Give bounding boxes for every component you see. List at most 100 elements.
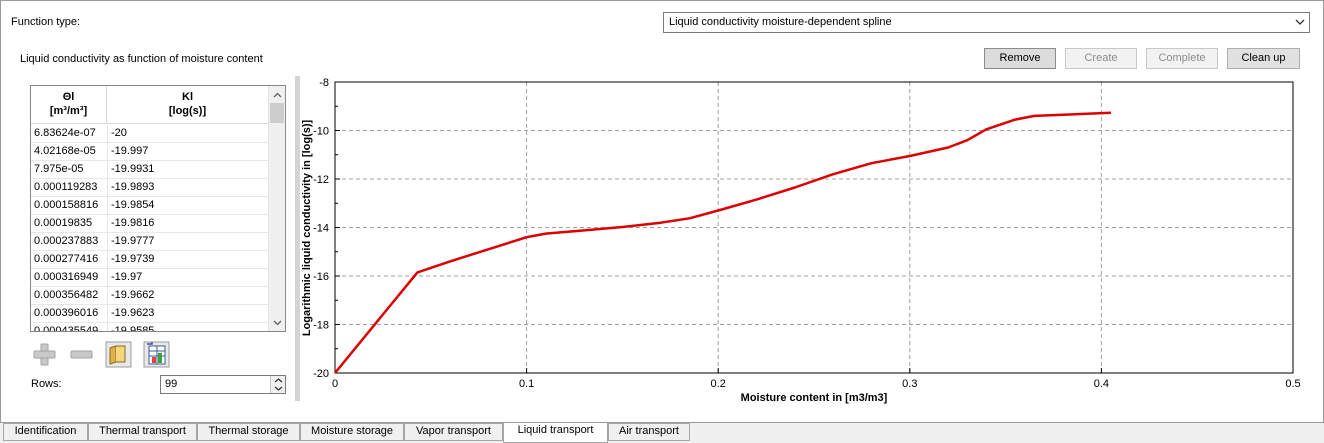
import-data-button[interactable]: [143, 341, 170, 368]
spin-arrows-icon: [274, 378, 283, 391]
table-scrollbar[interactable]: [268, 86, 285, 331]
y-tick-label: -10: [313, 126, 329, 138]
cell-conductivity[interactable]: -19.9585: [111, 325, 154, 331]
chevron-down-icon: [1295, 19, 1305, 25]
cell-conductivity[interactable]: -19.9777: [111, 235, 154, 247]
scroll-up-button[interactable]: [269, 86, 285, 103]
cell-moisture[interactable]: 7.975e-05: [34, 163, 84, 175]
cell-conductivity[interactable]: -19.97: [111, 271, 142, 283]
table-header: Θl [m³/m³] Kl [log(s)]: [31, 86, 268, 124]
tab-moisture-storage[interactable]: Moisture storage: [300, 423, 404, 441]
cell-conductivity[interactable]: -19.9854: [111, 199, 154, 211]
cell-conductivity[interactable]: -19.9931: [111, 163, 154, 175]
cell-conductivity[interactable]: -19.9739: [111, 253, 154, 265]
y-axis-label: Logarithmic liquid conductivity in [log(…: [301, 120, 313, 337]
x-axis-label: Moisture content in [m3/m3]: [741, 392, 888, 404]
chevron-up-icon: [273, 92, 281, 97]
cell-conductivity[interactable]: -19.9816: [111, 217, 154, 229]
table-row[interactable]: 6.83624e-07 -20: [31, 125, 268, 143]
cell-moisture[interactable]: 0.000158816: [34, 199, 98, 211]
cell-conductivity[interactable]: -20: [111, 127, 127, 139]
spline-table[interactable]: Θl [m³/m³] Kl [log(s)] 6.83624e-07 -20 4.0…: [30, 85, 286, 332]
scroll-thumb[interactable]: [270, 103, 284, 123]
cell-conductivity[interactable]: -19.9623: [111, 307, 154, 319]
table-row[interactable]: 0.000396016 -19.9623: [31, 305, 268, 323]
function-type-selected: Liquid conductivity moisture-dependent s…: [669, 16, 892, 28]
scroll-down-button[interactable]: [269, 314, 285, 331]
column-header-moisture[interactable]: Θl [m³/m³]: [31, 86, 107, 124]
table-row[interactable]: 0.000356482 -19.9662: [31, 287, 268, 305]
tab-thermal-storage[interactable]: Thermal storage: [197, 423, 300, 441]
cell-moisture[interactable]: 0.000119283: [34, 181, 97, 193]
clean-up-button[interactable]: Clean up: [1227, 48, 1300, 69]
cell-conductivity[interactable]: -19.9662: [111, 289, 154, 301]
column-separator: [107, 179, 108, 197]
column-separator: [107, 269, 108, 287]
column-separator: [107, 215, 108, 233]
function-type-dropdown[interactable]: Liquid conductivity moisture-dependent s…: [663, 12, 1310, 33]
remove-row-button[interactable]: [68, 341, 95, 368]
y-tick-label: -20: [313, 368, 329, 380]
column-separator: [107, 305, 108, 323]
y-tick-label: -12: [313, 174, 329, 186]
tab-vapor-transport[interactable]: Vapor transport: [404, 423, 503, 441]
cell-moisture[interactable]: 6.83624e-07: [34, 127, 96, 139]
y-tick-label: -18: [313, 320, 329, 332]
x-tick-label: 0.2: [711, 378, 726, 390]
cell-moisture[interactable]: 0.000435549: [34, 325, 98, 331]
y-tick-label: -16: [313, 271, 329, 283]
column-separator: [107, 233, 108, 251]
x-tick-label: 0.4: [1094, 378, 1109, 390]
cell-moisture[interactable]: 0.000356482: [34, 289, 98, 301]
cell-moisture[interactable]: 4.02168e-05: [34, 145, 96, 157]
tab-identification[interactable]: Identification: [3, 423, 88, 441]
column-separator: [107, 287, 108, 305]
tab-air-transport[interactable]: Air transport: [608, 423, 690, 441]
column-separator: [107, 197, 108, 215]
open-file-button[interactable]: [105, 341, 132, 368]
cell-moisture[interactable]: 0.000316949: [34, 271, 98, 283]
complete-button[interactable]: Complete: [1146, 48, 1218, 69]
column-separator: [107, 161, 108, 179]
folder-icon: [105, 341, 132, 368]
table-row[interactable]: 0.000277416 -19.9739: [31, 251, 268, 269]
table-row[interactable]: 0.000316949 -19.97: [31, 269, 268, 287]
chart-ticks: 0 0.1 0.2 0.3 0.4 0.5 -8 -10 -12 -14 -16 -18 -20: [313, 77, 1301, 390]
table-row[interactable]: 7.975e-05 -19.9931: [31, 161, 268, 179]
tab-liquid-transport[interactable]: Liquid transport: [503, 423, 608, 443]
conductivity-curve: [334, 111, 1112, 374]
spin-arrows[interactable]: [270, 376, 285, 393]
x-tick-label: 0: [332, 378, 338, 390]
cell-conductivity[interactable]: -19.9893: [111, 181, 154, 193]
x-tick-label: 0.5: [1285, 378, 1300, 390]
table-row[interactable]: 0.00019835 -19.9816: [31, 215, 268, 233]
tab-thermal-transport[interactable]: Thermal transport: [88, 423, 197, 441]
cell-moisture[interactable]: 0.000277416: [34, 253, 98, 265]
table-row[interactable]: 0.000158816 -19.9854: [31, 197, 268, 215]
chevron-down-icon: [273, 320, 281, 325]
cell-conductivity[interactable]: -19.997: [111, 145, 148, 157]
column-separator: [107, 251, 108, 269]
cell-moisture[interactable]: 0.000237883: [34, 235, 98, 247]
x-tick-label: 0.1: [519, 378, 534, 390]
section-title: Liquid conductivity as function of moist…: [20, 53, 263, 65]
table-row[interactable]: 0.000119283 -19.9893: [31, 179, 268, 197]
remove-button[interactable]: Remove: [984, 48, 1056, 69]
column-header-conductivity-unit: [log(s)]: [168, 105, 207, 117]
column-separator: [107, 143, 108, 161]
column-separator: [107, 323, 108, 331]
create-button[interactable]: Create: [1065, 48, 1137, 69]
rows-spinbox[interactable]: 99: [160, 375, 286, 394]
cell-moisture[interactable]: 0.00019835: [34, 217, 92, 229]
plus-icon: [33, 343, 56, 366]
function-type-label: Function type:: [11, 16, 81, 28]
column-separator: [107, 125, 108, 143]
column-header-conductivity[interactable]: Kl [log(s)]: [107, 86, 268, 124]
table-row[interactable]: 4.02168e-05 -19.997: [31, 143, 268, 161]
table-row[interactable]: 0.000435549 -19.9585: [31, 323, 268, 331]
table-row[interactable]: 0.000237883 -19.9777: [31, 233, 268, 251]
cell-moisture[interactable]: 0.000396016: [34, 307, 98, 319]
rows-label: Rows:: [31, 378, 62, 390]
add-row-button[interactable]: [31, 341, 58, 368]
chart-grid: [335, 82, 1293, 373]
